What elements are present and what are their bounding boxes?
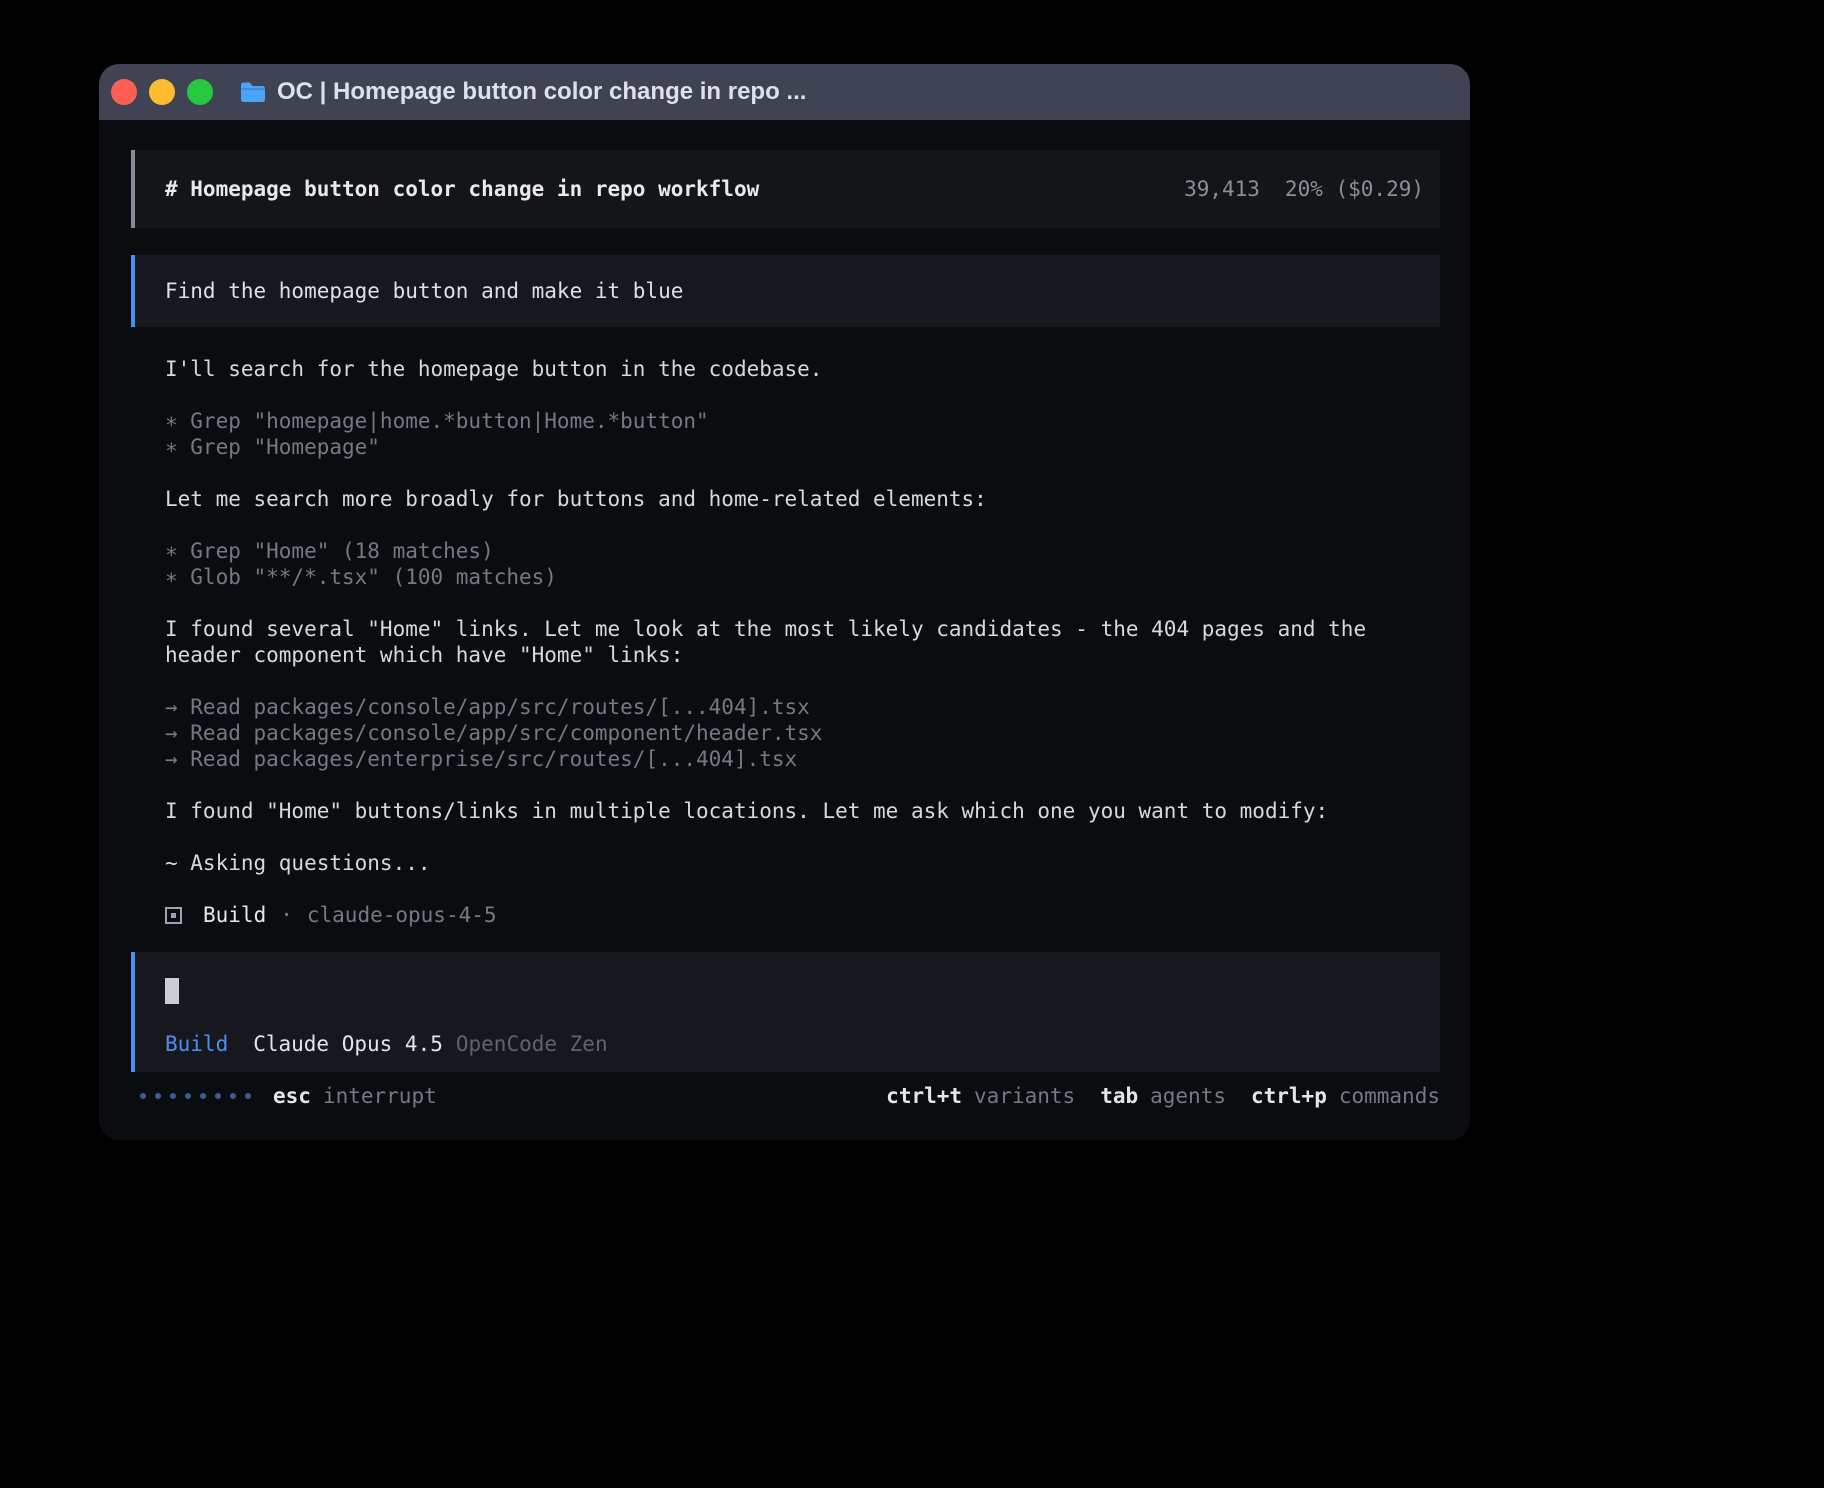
transcript: I'll search for the homepage button in t… bbox=[131, 327, 1440, 928]
shortcut-variants: ctrl+t variants bbox=[886, 1083, 1075, 1109]
window-title: OC | Homepage button color change in rep… bbox=[277, 78, 806, 106]
assistant-message: Let me search more broadly for buttons a… bbox=[165, 486, 1440, 512]
window-titlebar[interactable]: OC | Homepage button color change in rep… bbox=[99, 64, 1470, 120]
model-line: Build Claude Opus 4.5 OpenCode Zen bbox=[165, 1031, 1424, 1057]
tool-call-line: ∗ Glob "**/*.tsx" (100 matches) bbox=[165, 564, 1440, 590]
traffic-lights bbox=[111, 79, 213, 105]
user-message-text: Find the homepage button and make it blu… bbox=[165, 279, 683, 303]
close-window-button[interactable] bbox=[111, 79, 137, 105]
tab-key-hint: tab bbox=[1100, 1083, 1138, 1109]
minimize-window-button[interactable] bbox=[149, 79, 175, 105]
zoom-window-button[interactable] bbox=[187, 79, 213, 105]
terminal-content[interactable]: # Homepage button color change in repo w… bbox=[99, 120, 1470, 1109]
ctrl-p-key-hint: ctrl+p bbox=[1251, 1083, 1327, 1109]
tool-call-line: → Read packages/console/app/src/componen… bbox=[165, 720, 1440, 746]
model-name: Claude Opus 4.5 bbox=[253, 1031, 443, 1057]
agents-label: agents bbox=[1150, 1083, 1226, 1109]
assistant-message: I found "Home" buttons/links in multiple… bbox=[165, 798, 1440, 824]
tool-call-line: ∗ Grep "homepage|home.*button|Home.*butt… bbox=[165, 408, 1440, 434]
shortcut-commands: ctrl+p commands bbox=[1251, 1083, 1440, 1109]
esc-key-hint: esc bbox=[273, 1083, 311, 1109]
agent-name: Build bbox=[203, 902, 266, 928]
folder-icon bbox=[239, 80, 267, 104]
user-message: Find the homepage button and make it blu… bbox=[131, 255, 1440, 327]
ctrl-t-key-hint: ctrl+t bbox=[886, 1083, 962, 1109]
tool-call-line: ∗ Grep "Homepage" bbox=[165, 434, 1440, 460]
spinner-dots bbox=[140, 1093, 251, 1099]
tool-call-line: → Read packages/enterprise/src/routes/[.… bbox=[165, 746, 1440, 772]
agent-mode-label: Build bbox=[165, 1031, 228, 1057]
text-cursor bbox=[165, 978, 179, 1004]
tool-call-line: → Read packages/console/app/src/routes/[… bbox=[165, 694, 1440, 720]
token-count: 39,413 bbox=[1184, 176, 1260, 202]
agent-mode-icon bbox=[165, 907, 182, 924]
context-usage: 20% ($0.29) bbox=[1285, 176, 1424, 202]
provider-name: OpenCode Zen bbox=[456, 1031, 608, 1057]
agent-separator: · bbox=[280, 902, 293, 928]
variants-label: variants bbox=[974, 1083, 1075, 1109]
agent-badge: Build · claude-opus-4-5 bbox=[165, 902, 1440, 928]
tool-call-line: ∗ Grep "Home" (18 matches) bbox=[165, 538, 1440, 564]
agent-model: claude-opus-4-5 bbox=[307, 902, 497, 928]
assistant-message: I found several "Home" links. Let me loo… bbox=[165, 616, 1440, 668]
session-title: # Homepage button color change in repo w… bbox=[165, 176, 759, 202]
session-header: # Homepage button color change in repo w… bbox=[131, 150, 1440, 228]
shortcut-hints: ctrl+t variants tab agents ctrl+p comman… bbox=[886, 1083, 1440, 1109]
shortcut-agents: tab agents bbox=[1100, 1083, 1226, 1109]
interrupt-label: interrupt bbox=[323, 1083, 437, 1109]
status-line: ~ Asking questions... bbox=[165, 850, 1440, 876]
assistant-message: I'll search for the homepage button in t… bbox=[165, 356, 1440, 382]
session-stats: 39,413 20% ($0.29) bbox=[1184, 176, 1424, 202]
commands-label: commands bbox=[1339, 1083, 1440, 1109]
prompt-input[interactable]: Build Claude Opus 4.5 OpenCode Zen bbox=[131, 952, 1440, 1072]
terminal-window: OC | Homepage button color change in rep… bbox=[99, 64, 1470, 1140]
shortcut-interrupt: esc interrupt bbox=[273, 1083, 437, 1109]
status-bar: esc interrupt ctrl+t variants tab agents… bbox=[131, 1083, 1440, 1109]
